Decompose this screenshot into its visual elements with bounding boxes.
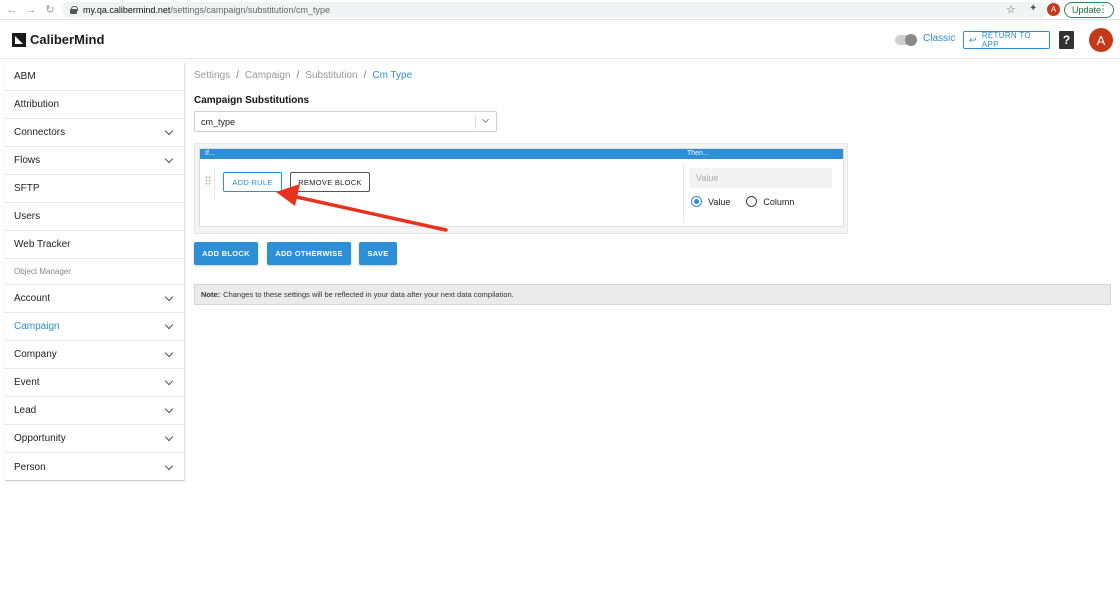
sidebar-item-person[interactable]: Person (5, 453, 184, 481)
divider (683, 163, 684, 223)
address-bar[interactable]: my.qa.calibermind.net/settings/campaign/… (62, 2, 1047, 18)
sidebar-item-label: Company (14, 349, 57, 360)
add-rule-button[interactable]: ADD RULE (223, 172, 282, 192)
sidebar-item-label: Connectors (14, 127, 66, 138)
sidebar-item-label: Account (14, 293, 51, 304)
breadcrumb-separator: / (363, 70, 367, 81)
chevron-down-icon (164, 404, 174, 414)
calibermind-logo-icon (12, 33, 26, 47)
return-label: RETURN TO APP (981, 31, 1031, 49)
sidebar-item-company[interactable]: Company (5, 341, 184, 369)
chevron-down-icon (164, 320, 174, 330)
sidebar-item-connectors[interactable]: Connectors (5, 119, 184, 147)
sidebar-item-campaign[interactable]: Campaign (5, 313, 184, 341)
breadcrumb-separator: / (296, 70, 300, 81)
breadcrumb: Settings / Campaign / Substitution / Cm Type (194, 70, 412, 81)
chevron-down-icon (164, 461, 174, 470)
breadcrumb-separator: / (236, 70, 239, 81)
chevron-down-icon (164, 154, 174, 164)
field-select[interactable]: cm_type (194, 111, 497, 132)
chevron-down-icon[interactable] (481, 115, 490, 124)
sidebar-item-event[interactable]: Event (5, 369, 184, 397)
rule-block-container: If... Then... ADD RULE REMOVE BLOCK Valu… (194, 143, 848, 234)
sidebar-item-flows[interactable]: Flows (5, 147, 184, 175)
sidebar-item-label: Web Tracker (14, 239, 71, 250)
drag-handle-icon[interactable] (205, 176, 211, 186)
help-icon[interactable]: ? (1059, 31, 1074, 49)
logo-text: CaliberMind (30, 32, 105, 47)
sidebar-item-web-tracker[interactable]: Web Tracker (5, 231, 184, 259)
app-header: CaliberMind Classic ↩ RETURN TO APP ? A (0, 21, 1120, 59)
return-arrow-icon: ↩ (969, 34, 977, 45)
chevron-down-icon (164, 292, 174, 302)
chevron-down-icon (164, 126, 174, 136)
forward-icon[interactable]: → (24, 3, 38, 17)
sidebar-item-label: Event (14, 377, 40, 388)
breadcrumb-campaign[interactable]: Campaign (245, 70, 291, 81)
radio-value-label[interactable]: Value (708, 197, 730, 207)
sidebar-item-opportunity[interactable]: Opportunity (5, 425, 184, 453)
select-divider (475, 115, 476, 129)
sidebar-item-label: ABM (14, 71, 36, 82)
reload-icon[interactable]: ↻ (43, 3, 57, 17)
chevron-down-icon (164, 432, 174, 442)
url-host: my.qa.calibermind.net (83, 5, 171, 15)
classic-label[interactable]: Classic (923, 33, 955, 44)
sidebar-item-label: Person (14, 461, 46, 473)
then-type-radio-group: Value Column (691, 196, 794, 207)
sidebar-item-lead[interactable]: Lead (5, 397, 184, 425)
chevron-down-icon (164, 376, 174, 386)
sidebar-item-abm[interactable]: ABM (5, 63, 184, 91)
breadcrumb-current: Cm Type (372, 70, 413, 81)
back-icon[interactable]: ← (5, 3, 19, 17)
sidebar-item-label: SFTP (14, 183, 40, 194)
then-value-input[interactable]: Value (689, 168, 832, 188)
browser-profile-avatar[interactable]: A (1047, 3, 1060, 16)
note-text: Changes to these settings will be reflec… (223, 290, 514, 299)
remove-block-button[interactable]: REMOVE BLOCK (290, 172, 370, 192)
sidebar-section-object-manager: Object Manager (5, 259, 184, 285)
sidebar-item-label: Attribution (14, 99, 60, 110)
url-path: /settings/campaign/substitution/cm_type (170, 5, 330, 15)
add-otherwise-button[interactable]: ADD OTHERWISE (267, 242, 351, 265)
extensions-puzzle-icon[interactable]: ✦ (1029, 3, 1037, 14)
sidebar-item-label: Users (14, 211, 41, 222)
sidebar-item-label: Flows (14, 155, 41, 166)
lock-icon (70, 6, 78, 14)
rule-block: If... Then... ADD RULE REMOVE BLOCK Valu… (199, 148, 844, 227)
note-label: Note: (201, 290, 221, 299)
if-label: If... (205, 150, 215, 157)
sidebar-item-label: Opportunity (14, 433, 66, 444)
compilation-note: Note: Changes to these settings will be … (194, 284, 1111, 305)
return-to-app-button[interactable]: ↩ RETURN TO APP (963, 31, 1050, 49)
save-button[interactable]: SAVE (359, 242, 397, 265)
radio-value[interactable] (691, 196, 702, 207)
chevron-down-icon (164, 348, 174, 358)
sidebar-item-sftp[interactable]: SFTP (5, 175, 184, 203)
breadcrumb-substitution[interactable]: Substitution (305, 70, 357, 81)
add-block-button[interactable]: ADD BLOCK (194, 242, 258, 265)
bookmark-star-icon[interactable]: ☆ (1006, 3, 1016, 16)
sidebar-item-account[interactable]: Account (5, 285, 184, 313)
field-select-value: cm_type (201, 116, 236, 127)
radio-column[interactable] (746, 196, 758, 207)
sidebar-item-attribution[interactable]: Attribution (5, 91, 184, 119)
then-label: Then... (687, 150, 709, 157)
sidebar-item-label: Campaign (14, 321, 60, 332)
sidebar-item-label: Lead (14, 405, 37, 416)
page-title: Campaign Substitutions (194, 95, 309, 106)
more-vertical-icon: ⋮ (1098, 4, 1108, 15)
settings-sidebar: ABM Attribution Connectors Flows SFTP Us… (5, 63, 185, 481)
divider (214, 169, 215, 199)
radio-column-label[interactable]: Column (763, 197, 794, 207)
update-label: Update (1072, 5, 1102, 15)
sidebar-item-users[interactable]: Users (5, 203, 184, 231)
breadcrumb-settings[interactable]: Settings (194, 70, 230, 81)
browser-update-button[interactable]: Update ⋮ (1064, 2, 1114, 18)
user-avatar[interactable]: A (1089, 28, 1113, 52)
rule-block-header: If... Then... (200, 149, 843, 159)
classic-toggle[interactable] (895, 34, 917, 46)
